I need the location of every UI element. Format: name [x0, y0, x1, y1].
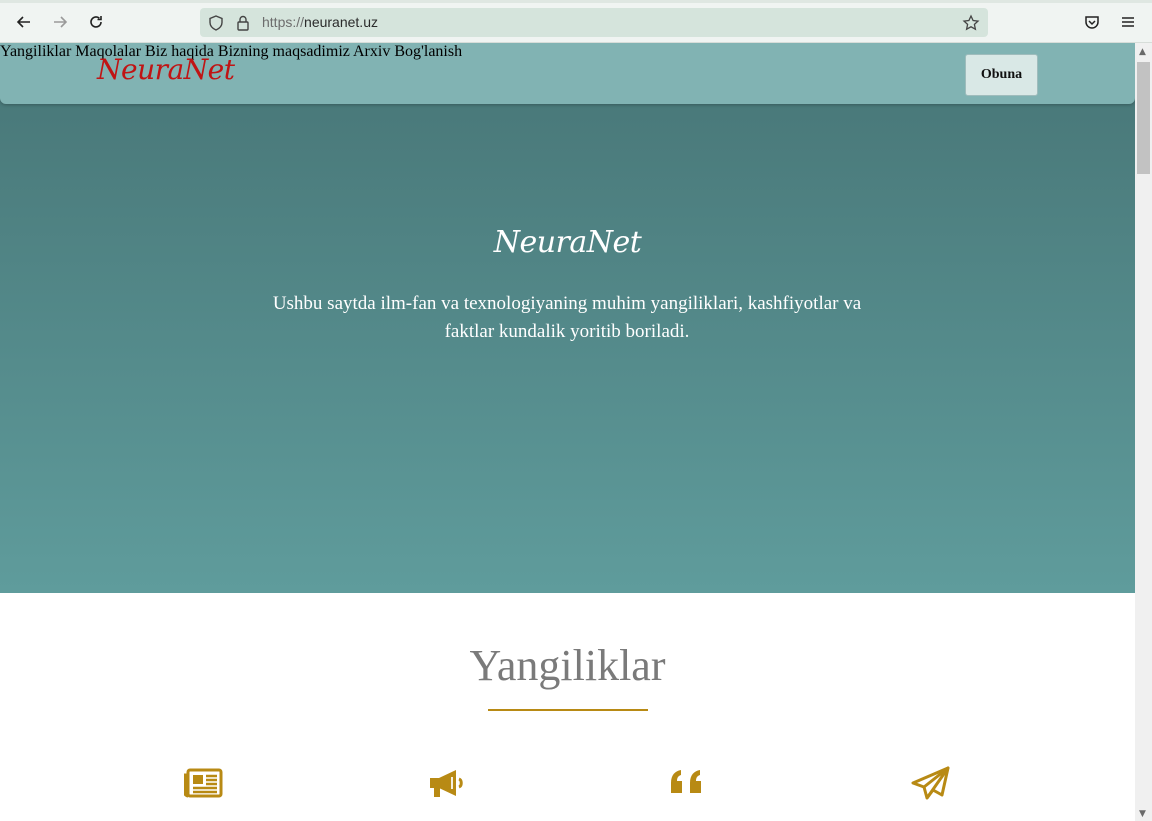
quote-icon	[671, 770, 701, 793]
arrow-left-icon	[16, 16, 30, 28]
paper-plane-icon	[911, 766, 950, 800]
subscribe-button[interactable]: Obuna	[965, 54, 1038, 96]
url-host: neuranet.uz	[304, 14, 378, 30]
scroll-up-icon[interactable]: ▲	[1139, 47, 1146, 57]
pocket-button[interactable]	[1081, 11, 1103, 33]
reload-button[interactable]	[85, 11, 107, 33]
address-bar[interactable]: https://neuranet.uz	[200, 8, 988, 37]
menu-button[interactable]	[1117, 11, 1139, 33]
browser-toolbar: https://neuranet.uz	[0, 0, 1152, 43]
nav-link-arxiv[interactable]: Arxiv	[353, 43, 390, 60]
nav-link-yangiliklar[interactable]: Yangiliklar	[0, 43, 71, 60]
hero-section: NeuraNet Yangiliklar Maqolalar Biz haqid…	[0, 43, 1135, 593]
hero-title: NeuraNet	[493, 225, 642, 260]
newspaper-icon	[184, 768, 223, 798]
shield-icon[interactable]	[207, 14, 225, 32]
feature-newspaper	[144, 765, 264, 821]
nav-link-boglanish[interactable]: Bog'lanish	[394, 43, 462, 60]
scroll-down-icon[interactable]: ▼	[1139, 809, 1146, 819]
nav-link-maqsad[interactable]: Bizning maqsadimiz	[218, 43, 350, 60]
feature-paper-plane	[871, 765, 991, 821]
forward-button[interactable]	[49, 11, 71, 33]
feature-megaphone	[386, 765, 506, 821]
page: NeuraNet Yangiliklar Maqolalar Biz haqid…	[0, 43, 1135, 821]
scrollbar-thumb[interactable]	[1137, 62, 1150, 174]
pocket-icon	[1085, 16, 1099, 29]
hamburger-icon	[1122, 17, 1134, 27]
section-divider	[488, 709, 648, 711]
arrow-right-icon	[54, 16, 68, 28]
toolbar-top-line	[0, 0, 1152, 3]
url-protocol: https://	[262, 14, 305, 30]
feature-quote	[628, 765, 748, 821]
back-button[interactable]	[13, 11, 35, 33]
reload-icon	[90, 16, 102, 28]
lock-icon[interactable]	[234, 14, 252, 32]
brand-logo[interactable]: NeuraNet	[97, 53, 235, 86]
hero-description: Ushbu saytda ilm-fan va texnologiyaning …	[272, 293, 862, 342]
url-text[interactable]: https://neuranet.uz	[262, 14, 378, 30]
site-navbar: NeuraNet Yangiliklar Maqolalar Biz haqid…	[0, 43, 1135, 104]
star-icon[interactable]	[962, 14, 980, 32]
megaphone-icon	[430, 770, 463, 797]
page-scrollbar[interactable]: ▲ ▼	[1135, 43, 1152, 821]
section-title: Yangiliklar	[469, 641, 666, 690]
